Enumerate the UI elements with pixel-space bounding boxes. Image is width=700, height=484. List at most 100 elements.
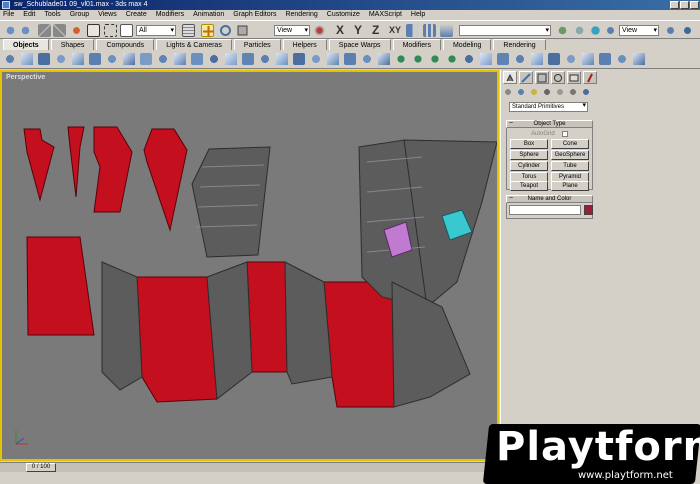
- capsule-create-icon[interactable]: [327, 53, 339, 65]
- tube-create-icon[interactable]: [123, 53, 135, 65]
- create-panel-tab[interactable]: [503, 71, 517, 84]
- object-type-header[interactable]: Object Type: [506, 120, 593, 128]
- geosphere-create-icon[interactable]: [106, 53, 118, 65]
- track-view-icon[interactable]: [556, 24, 569, 37]
- menu-modifiers[interactable]: Modifiers: [156, 10, 184, 20]
- ngon-create-icon[interactable]: [446, 53, 458, 65]
- utilities-panel-tab[interactable]: [583, 71, 597, 84]
- menu-animation[interactable]: Animation: [193, 10, 224, 20]
- restrict-y-button[interactable]: Y: [354, 23, 362, 37]
- autogrid-checkbox[interactable]: AutoGrid: [531, 131, 568, 137]
- reference-coordinate-dropdown[interactable]: View: [274, 25, 310, 36]
- systems-category-icon[interactable]: [581, 87, 591, 97]
- loft-create-icon[interactable]: [582, 53, 594, 65]
- time-slider-thumb[interactable]: 0 / 100: [26, 463, 56, 472]
- select-object-icon[interactable]: [87, 24, 100, 37]
- schematic-view-icon[interactable]: [573, 24, 586, 37]
- scatter-create-icon[interactable]: [616, 53, 628, 65]
- sphere-button[interactable]: Sphere: [510, 150, 548, 160]
- menu-group[interactable]: Group: [70, 10, 89, 20]
- menu-rendering[interactable]: Rendering: [285, 10, 317, 20]
- geosphere-button[interactable]: GeoSphere: [551, 150, 589, 160]
- space-warps-category-icon[interactable]: [568, 87, 578, 97]
- hose-create-icon[interactable]: [378, 53, 390, 65]
- text-create-icon[interactable]: [463, 53, 475, 65]
- quick-render-icon[interactable]: [664, 24, 677, 37]
- teapot-button[interactable]: Teapot: [510, 181, 548, 191]
- l-ext-create-icon[interactable]: [344, 53, 356, 65]
- tab-modeling[interactable]: Modeling: [442, 39, 492, 50]
- tab-compounds[interactable]: Compounds: [96, 39, 155, 50]
- render-type-dropdown[interactable]: View: [619, 25, 659, 36]
- close-button[interactable]: [690, 1, 699, 9]
- perspective-viewport[interactable]: Perspective: [0, 70, 499, 461]
- pyramid-create-icon[interactable]: [140, 53, 152, 65]
- donut-create-icon[interactable]: [531, 53, 543, 65]
- geometry-category-icon[interactable]: [503, 87, 513, 97]
- restrict-z-button[interactable]: Z: [372, 23, 379, 37]
- star-create-icon[interactable]: [548, 53, 560, 65]
- oil-tank-create-icon[interactable]: [208, 53, 220, 65]
- time-slider[interactable]: 0 / 100: [0, 462, 499, 472]
- menu-views[interactable]: Views: [98, 10, 117, 20]
- ellipse-create-icon[interactable]: [514, 53, 526, 65]
- rectangle-create-icon[interactable]: [497, 53, 509, 65]
- circle-create-icon[interactable]: [412, 53, 424, 65]
- chamfer-box-create-icon[interactable]: [191, 53, 203, 65]
- redo-icon[interactable]: [19, 24, 32, 37]
- menu-file[interactable]: File: [3, 10, 14, 20]
- menu-create[interactable]: Create: [126, 10, 147, 20]
- undo-icon[interactable]: [4, 24, 17, 37]
- select-by-name-icon[interactable]: [182, 24, 195, 37]
- tab-rendering[interactable]: Rendering: [493, 39, 546, 50]
- select-and-move-icon[interactable]: [201, 24, 214, 37]
- motion-panel-tab[interactable]: [551, 71, 565, 84]
- sphere-create-icon[interactable]: [21, 53, 33, 65]
- cameras-category-icon[interactable]: [542, 87, 552, 97]
- select-and-rotate-icon[interactable]: [219, 24, 232, 37]
- menu-help[interactable]: Help: [411, 10, 425, 20]
- render-last-icon[interactable]: [681, 24, 694, 37]
- helpers-category-icon[interactable]: [555, 87, 565, 97]
- torus-create-icon[interactable]: [55, 53, 67, 65]
- unlink-icon[interactable]: [53, 24, 66, 37]
- torus-knot-create-icon[interactable]: [293, 53, 305, 65]
- region-shape-icon[interactable]: [120, 24, 133, 37]
- section-create-icon[interactable]: [480, 53, 492, 65]
- menu-edit[interactable]: Edit: [23, 10, 35, 20]
- plane-button[interactable]: Plane: [551, 181, 589, 191]
- hedra-create-icon[interactable]: [174, 53, 186, 65]
- select-and-scale-icon[interactable]: [236, 24, 249, 37]
- spindle-create-icon[interactable]: [225, 53, 237, 65]
- object-color-swatch[interactable]: [584, 205, 593, 215]
- boolean-create-icon[interactable]: [599, 53, 611, 65]
- render-scene-icon[interactable]: [604, 24, 617, 37]
- plane-create-icon[interactable]: [157, 53, 169, 65]
- tab-modifiers[interactable]: Modifiers: [392, 39, 441, 50]
- tab-lights-cameras[interactable]: Lights & Cameras: [156, 39, 232, 50]
- selection-filter-dropdown[interactable]: All: [136, 25, 176, 36]
- tube-button[interactable]: Tube: [551, 161, 589, 171]
- cylinder-button[interactable]: Cylinder: [510, 161, 548, 171]
- box-button[interactable]: Box: [510, 139, 548, 149]
- connect-create-icon[interactable]: [633, 53, 645, 65]
- chamfer-cyl-create-icon[interactable]: [310, 53, 322, 65]
- arc-create-icon[interactable]: [429, 53, 441, 65]
- display-panel-tab[interactable]: [567, 71, 581, 84]
- menu-customize[interactable]: Customize: [327, 10, 360, 20]
- modify-panel-tab[interactable]: [519, 71, 533, 84]
- cone-create-icon[interactable]: [89, 53, 101, 65]
- lights-category-icon[interactable]: [529, 87, 539, 97]
- prism-create-icon[interactable]: [276, 53, 288, 65]
- box-create-icon[interactable]: [4, 53, 16, 65]
- maximize-button[interactable]: [680, 1, 689, 9]
- menu-tools[interactable]: Tools: [44, 10, 60, 20]
- bind-spacewarp-icon[interactable]: [70, 24, 83, 37]
- teapot-create-icon[interactable]: [72, 53, 84, 65]
- restrict-x-button[interactable]: X: [336, 23, 344, 37]
- menu-graph-editors[interactable]: Graph Editors: [233, 10, 276, 20]
- mirror-icon[interactable]: [406, 24, 419, 37]
- tab-shapes[interactable]: Shapes: [50, 39, 95, 50]
- c-ext-create-icon[interactable]: [361, 53, 373, 65]
- link-icon[interactable]: [38, 24, 51, 37]
